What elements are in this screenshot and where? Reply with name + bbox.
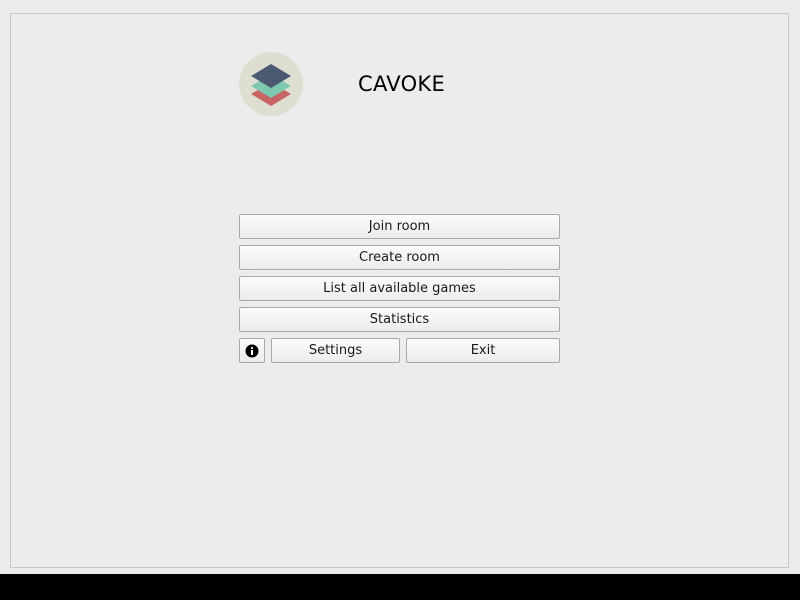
app-title: CAVOKE [358, 72, 446, 96]
settings-button[interactable]: Settings [271, 338, 400, 363]
statistics-button[interactable]: Statistics [239, 307, 560, 332]
exit-label: Exit [470, 343, 496, 358]
join-room-button[interactable]: Join room [239, 214, 560, 239]
create-room-label: Create room [359, 250, 440, 265]
app-logo [239, 52, 303, 116]
info-button[interactable] [239, 338, 265, 363]
list-games-label: List all available games [323, 281, 476, 296]
exit-button[interactable]: Exit [406, 338, 560, 363]
settings-label: Settings [308, 343, 363, 358]
main-window: CAVOKE Join room Create room List all av… [0, 0, 800, 574]
join-room-label: Join room [368, 219, 431, 234]
list-games-button[interactable]: List all available games [239, 276, 560, 301]
screen-bottom-bar [0, 574, 800, 600]
create-room-button[interactable]: Create room [239, 245, 560, 270]
statistics-label: Statistics [369, 312, 430, 327]
info-icon [245, 344, 259, 357]
